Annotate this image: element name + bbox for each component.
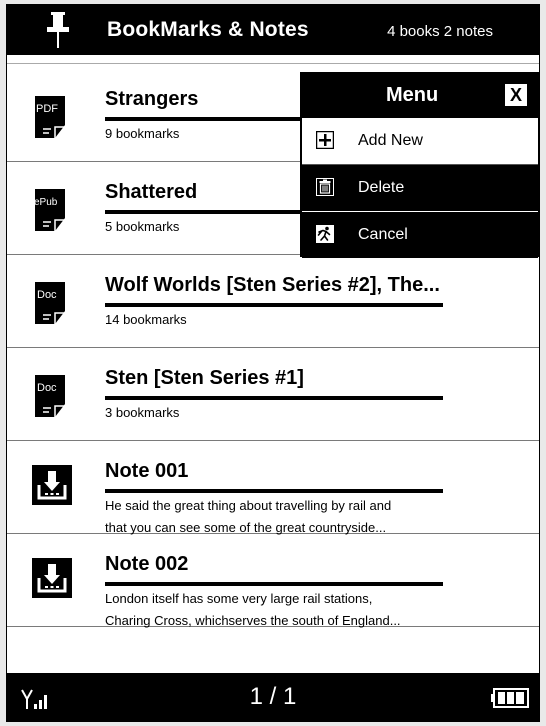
- menu-item-label: Cancel: [358, 226, 408, 243]
- menu-item-delete[interactable]: Delete: [302, 165, 538, 212]
- list-item[interactable]: Doc Sten [Sten Series #1] 3 bookmarks: [7, 348, 539, 441]
- header-divider: [7, 63, 539, 64]
- note-excerpt-line1: He said the great thing about travelling…: [105, 498, 392, 513]
- pdf-file-icon: PDF: [35, 96, 65, 138]
- svg-text:PDF: PDF: [36, 103, 58, 115]
- list-item[interactable]: Note 002 London itself has some very lar…: [7, 534, 539, 628]
- status-bar: 1 / 1: [7, 673, 539, 721]
- item-detail: 9 bookmarks: [105, 126, 180, 141]
- menu-close-button[interactable]: X: [504, 83, 528, 107]
- svg-text:Doc: Doc: [37, 289, 57, 301]
- epub-file-icon: ePub: [34, 189, 65, 231]
- menu-header: Menu X: [302, 74, 538, 118]
- menu-item-label: Delete: [358, 179, 405, 196]
- title-underline: [105, 396, 443, 400]
- context-menu: Menu X Add New Delete Cancel: [300, 72, 539, 258]
- item-detail: 3 bookmarks: [105, 405, 180, 420]
- item-title: Note 001: [105, 460, 189, 482]
- note-excerpt-line1: London itself has some very large rail s…: [105, 591, 373, 606]
- battery-icon: [491, 688, 529, 708]
- item-detail: 14 bookmarks: [105, 312, 187, 327]
- page-title: BookMarks & Notes: [107, 18, 309, 41]
- item-title: Sten [Sten Series #1]: [105, 367, 304, 389]
- doc-file-icon: Doc: [35, 282, 65, 324]
- title-underline: [105, 489, 443, 493]
- item-title: Strangers: [105, 88, 199, 110]
- item-title: Note 002: [105, 553, 189, 575]
- list-item[interactable]: Doc Wolf Worlds [Sten Series #2], The...…: [7, 255, 539, 348]
- screen: BookMarks & Notes 4 books 2 notes PDF St…: [6, 4, 540, 722]
- svg-text:ePub: ePub: [34, 197, 58, 208]
- page-indicator: 1 / 1: [249, 683, 297, 710]
- item-count: 4 books 2 notes: [387, 23, 493, 40]
- item-detail: 5 bookmarks: [105, 219, 180, 234]
- title-underline: [105, 303, 443, 307]
- svg-text:Doc: Doc: [37, 382, 57, 394]
- header-bar: BookMarks & Notes 4 books 2 notes: [7, 5, 539, 55]
- menu-item-label: Add New: [358, 132, 423, 149]
- plus-icon: [316, 131, 334, 149]
- menu-item-cancel[interactable]: Cancel: [302, 212, 538, 258]
- title-underline: [105, 582, 443, 586]
- note-excerpt-line2: that you can see some of the great count…: [105, 520, 387, 535]
- item-title: Wolf Worlds [Sten Series #2], The...: [105, 274, 440, 296]
- note-icon: [32, 558, 72, 598]
- note-excerpt-line2: Charing Cross, whichserves the south of …: [105, 613, 401, 628]
- pin-icon: [47, 12, 69, 48]
- item-title: Shattered: [105, 181, 198, 203]
- menu-item-add-new[interactable]: Add New: [302, 118, 538, 165]
- list-item[interactable]: Note 001 He said the great thing about t…: [7, 441, 539, 535]
- trash-icon: [316, 178, 334, 196]
- doc-file-icon: Doc: [35, 375, 65, 417]
- note-icon: [32, 465, 72, 505]
- run-icon: [316, 225, 334, 243]
- menu-title: Menu: [386, 84, 439, 106]
